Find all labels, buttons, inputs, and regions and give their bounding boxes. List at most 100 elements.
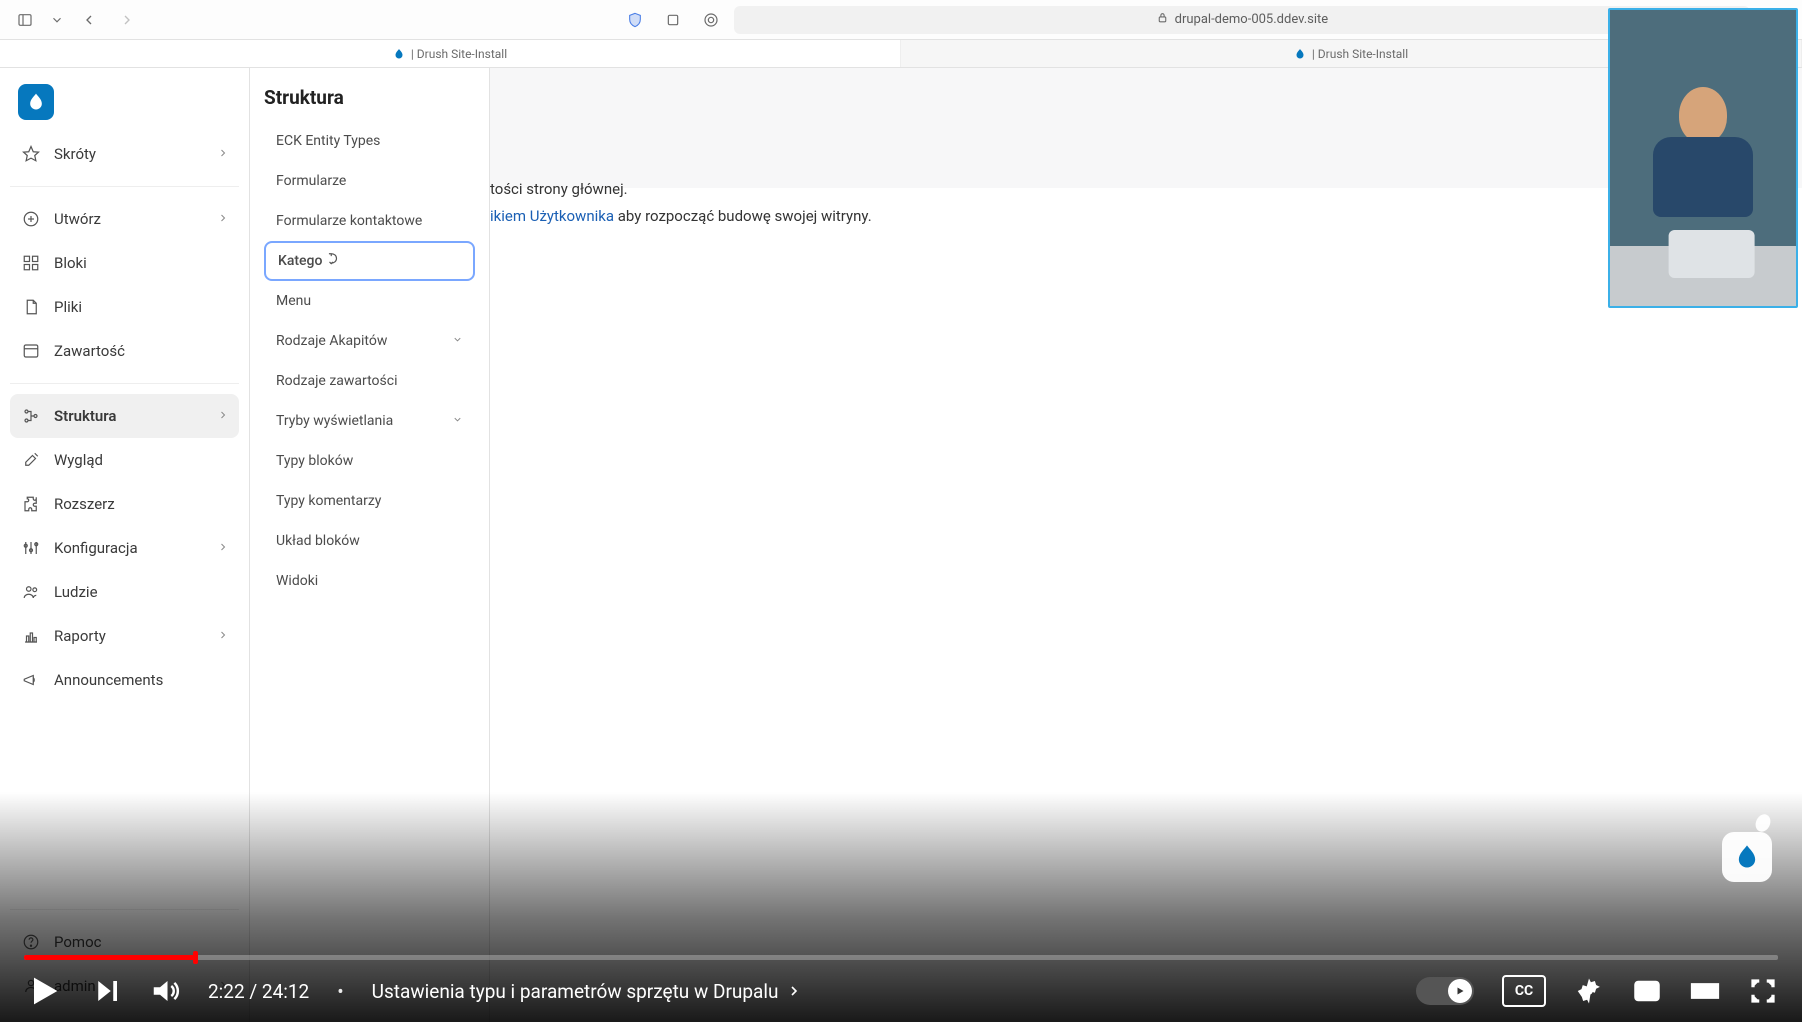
divider bbox=[10, 909, 239, 910]
sidebar-item-bloki[interactable]: Bloki bbox=[10, 241, 239, 285]
subpanel-item-label: Widoki bbox=[276, 573, 318, 589]
user-guide-link[interactable]: ikiem Użytkownika bbox=[490, 207, 614, 225]
file-icon bbox=[20, 298, 42, 316]
grid-icon bbox=[20, 254, 42, 272]
sidebar-item-label: Skróty bbox=[54, 145, 96, 163]
time-sep: / bbox=[249, 980, 262, 1003]
play-button[interactable] bbox=[24, 971, 64, 1011]
miniplayer-button[interactable] bbox=[1632, 976, 1662, 1006]
subpanel-item-1[interactable]: Formularze bbox=[264, 161, 475, 201]
divider bbox=[10, 186, 239, 187]
shield-icon[interactable] bbox=[622, 7, 648, 33]
sidebar-item-utworz[interactable]: Utwórz bbox=[10, 197, 239, 241]
subpanel-item-10[interactable]: Układ bloków bbox=[264, 521, 475, 561]
subpanel-item-8[interactable]: Typy bloków bbox=[264, 441, 475, 481]
time-display: 2:22 / 24:12 bbox=[208, 980, 309, 1003]
sidebar-item-wyglad[interactable]: Wygląd bbox=[10, 438, 239, 482]
sidebar-item-rozszerz[interactable]: Rozszerz bbox=[10, 482, 239, 526]
subpanel-item-2[interactable]: Formularze kontaktowe bbox=[264, 201, 475, 241]
content-fragment: tości strony głównej. ikiem Użytkownika … bbox=[490, 176, 872, 230]
sidebar-item-label: Pliki bbox=[54, 298, 82, 316]
subpanel-item-label: Menu bbox=[276, 293, 311, 309]
subpanel-item-0[interactable]: ECK Entity Types bbox=[264, 121, 475, 161]
sidebar-item-label: Rozszerz bbox=[54, 495, 115, 513]
users-icon bbox=[20, 583, 42, 601]
back-button[interactable] bbox=[76, 7, 102, 33]
sidebar-item-label: Ludzie bbox=[54, 583, 98, 601]
browser-tab-1[interactable]: | Drush Site-Install bbox=[0, 40, 901, 67]
chapter-title-button[interactable]: Ustawienia typu i parametrów sprzętu w D… bbox=[372, 980, 803, 1003]
drupal-logo[interactable] bbox=[18, 84, 54, 120]
sidebar-item-zawartosc[interactable]: Zawartość bbox=[10, 329, 239, 373]
subpanel-item-5[interactable]: Rodzaje Akapitów bbox=[264, 321, 475, 361]
subpanel-item-9[interactable]: Typy komentarzy bbox=[264, 481, 475, 521]
hierarchy-icon bbox=[20, 407, 42, 425]
subpanel-item-label: Formularze bbox=[276, 173, 346, 189]
sidebar-item-konfiguracja[interactable]: Konfiguracja bbox=[10, 526, 239, 570]
subpanel-item-label: Formularze kontaktowe bbox=[276, 213, 422, 229]
tab-label: | Drush Site-Install bbox=[1312, 47, 1408, 61]
sidebar-item-label: Struktura bbox=[54, 407, 117, 425]
presenter-webcam bbox=[1608, 8, 1798, 308]
sidebar-item-label: Konfiguracja bbox=[54, 539, 138, 557]
chart-icon bbox=[20, 627, 42, 645]
sidebar-item-struktura[interactable]: Struktura bbox=[10, 394, 239, 438]
chevron-down-icon bbox=[452, 413, 463, 429]
sidebar-item-label: Pomoc bbox=[54, 933, 101, 951]
chevron-right-icon bbox=[217, 539, 229, 557]
subpanel-item-3[interactable]: Katego bbox=[264, 241, 475, 281]
next-button[interactable] bbox=[92, 976, 122, 1006]
sidebar-item-label: Raporty bbox=[54, 627, 106, 645]
volume-button[interactable] bbox=[150, 976, 180, 1006]
address-bar[interactable]: drupal-demo-005.ddev.site bbox=[734, 6, 1750, 34]
presenter-figure bbox=[1648, 87, 1758, 217]
sidebar-toggle-icon[interactable] bbox=[12, 7, 38, 33]
sidebar-item-label: Utwórz bbox=[54, 210, 101, 228]
address-url: drupal-demo-005.ddev.site bbox=[1175, 12, 1329, 27]
autoplay-toggle[interactable] bbox=[1416, 977, 1474, 1005]
subpanel-item-label: Rodzaje zawartości bbox=[276, 373, 397, 389]
subpanel-item-label: Układ bloków bbox=[276, 533, 360, 549]
content-text-2: aby rozpocząć budowę swojej witryny. bbox=[614, 207, 872, 225]
sidebar-item-skroty[interactable]: Skróty bbox=[10, 132, 239, 176]
chevron-right-icon bbox=[786, 983, 802, 999]
chevron-right-icon bbox=[217, 407, 229, 425]
subpanel-item-label: Rodzaje Akapitów bbox=[276, 333, 387, 349]
subpanel-title: Struktura bbox=[264, 86, 475, 109]
settings-button[interactable] bbox=[1574, 976, 1604, 1006]
main-content: tości strony głównej. ikiem Użytkownika … bbox=[490, 68, 1802, 1022]
megaphone-icon bbox=[20, 671, 42, 689]
subpanel-item-11[interactable]: Widoki bbox=[264, 561, 475, 601]
lock-icon bbox=[1156, 11, 1169, 28]
sidebar-item-ludzie[interactable]: Ludzie bbox=[10, 570, 239, 614]
browser-toolbar: drupal-demo-005.ddev.site bbox=[0, 0, 1802, 40]
tab-label: | Drush Site-Install bbox=[411, 47, 507, 61]
chevron-right-icon bbox=[217, 627, 229, 645]
subpanel-item-label: Typy komentarzy bbox=[276, 493, 381, 509]
dropdown-caret-icon[interactable] bbox=[50, 7, 64, 33]
puzzle-icon bbox=[20, 495, 42, 513]
cursor-icon bbox=[326, 252, 340, 270]
forward-button bbox=[114, 7, 140, 33]
subpanel-item-4[interactable]: Menu bbox=[264, 281, 475, 321]
admin-sidebar: Skróty Utwórz Bloki Pliki Zawartość bbox=[0, 68, 250, 1022]
sidebar-item-pliki[interactable]: Pliki bbox=[10, 285, 239, 329]
theater-button[interactable] bbox=[1690, 976, 1720, 1006]
sidebar-item-label: Announcements bbox=[54, 671, 163, 689]
stop-icon[interactable] bbox=[660, 7, 686, 33]
captions-button[interactable]: CC bbox=[1502, 975, 1546, 1007]
sidebar-item-announcements[interactable]: Announcements bbox=[10, 658, 239, 702]
sliders-icon bbox=[20, 539, 42, 557]
subpanel-item-6[interactable]: Rodzaje zawartości bbox=[264, 361, 475, 401]
layout-icon bbox=[20, 342, 42, 360]
subpanel-item-label: Tryby wyświetlania bbox=[276, 413, 393, 429]
chevron-right-icon bbox=[217, 145, 229, 163]
sidebar-item-raporty[interactable]: Raporty bbox=[10, 614, 239, 658]
chevron-right-icon bbox=[217, 210, 229, 228]
subpanel-item-7[interactable]: Tryby wyświetlania bbox=[264, 401, 475, 441]
extensions-icon[interactable] bbox=[698, 7, 724, 33]
fullscreen-button[interactable] bbox=[1748, 976, 1778, 1006]
browser-tabs: | Drush Site-Install | Drush Site-Instal… bbox=[0, 40, 1802, 68]
subpanel-item-label: ECK Entity Types bbox=[276, 133, 380, 149]
drupal-admin: Skróty Utwórz Bloki Pliki Zawartość bbox=[0, 68, 1802, 1022]
